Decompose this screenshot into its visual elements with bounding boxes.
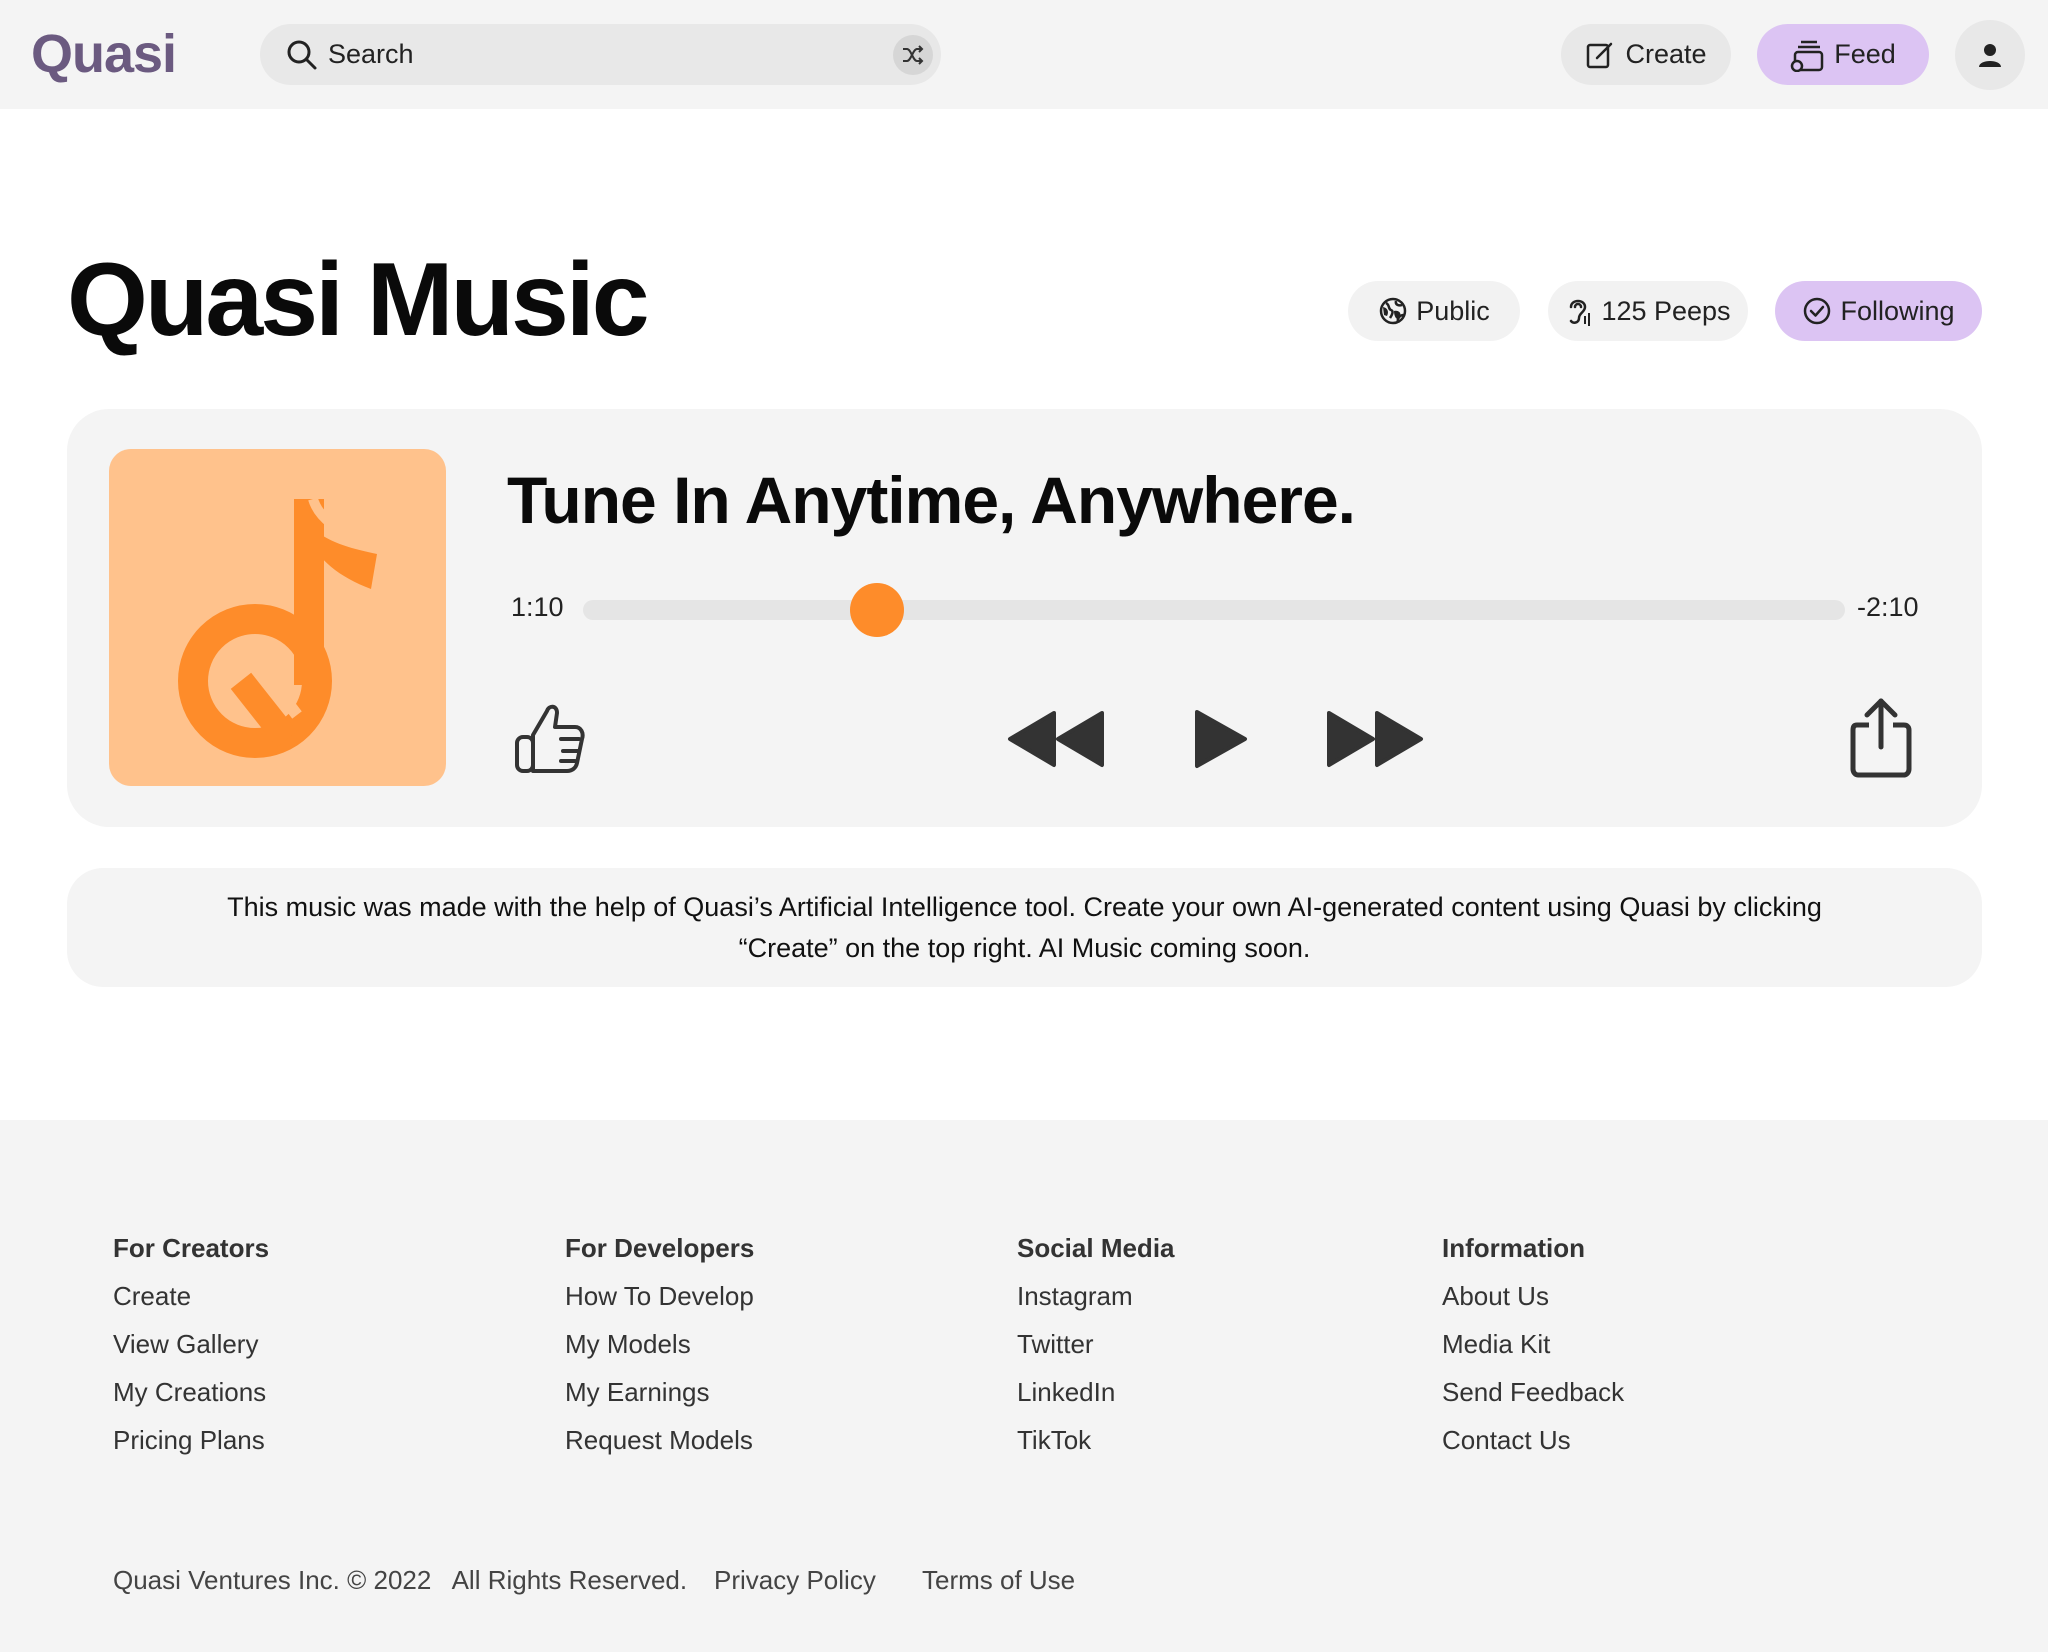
quasi-logo[interactable]: Quasi (31, 24, 177, 84)
quasi-music-note-icon (178, 497, 377, 758)
footer-link-tiktok[interactable]: TikTok (1017, 1424, 1175, 1456)
privacy-policy-link[interactable]: Privacy Policy (714, 1564, 876, 1596)
terms-of-use-link[interactable]: Terms of Use (922, 1564, 1075, 1596)
ear-icon (1570, 299, 1591, 326)
footer-link-media-kit[interactable]: Media Kit (1442, 1328, 1624, 1360)
music-player: Tune In Anytime, Anywhere. 1:10 -2:10 (67, 409, 1982, 827)
footer-col-information: Information About Us Media Kit Send Feed… (1442, 1232, 1624, 1472)
ai-notice: This music was made with the help of Qua… (67, 868, 1982, 987)
footer-link-contact-us[interactable]: Contact Us (1442, 1424, 1624, 1456)
progress-thumb[interactable] (850, 583, 905, 637)
footer-heading: Information (1442, 1233, 1585, 1263)
footer-link-my-models[interactable]: My Models (565, 1328, 754, 1360)
check-circle-icon (1804, 297, 1831, 325)
footer-link-pricing-plans[interactable]: Pricing Plans (113, 1424, 269, 1456)
create-button[interactable]: Create (1561, 24, 1731, 85)
footer: For Creators Create View Gallery My Crea… (0, 1120, 2048, 1652)
following-button[interactable]: Following (1775, 281, 1982, 341)
footer-link-view-gallery[interactable]: View Gallery (113, 1328, 269, 1360)
footer-link-request-models[interactable]: Request Models (565, 1424, 754, 1456)
footer-link-my-earnings[interactable]: My Earnings (565, 1376, 754, 1408)
feed-label: Feed (1834, 39, 1896, 69)
user-icon (1979, 44, 2001, 67)
public-label: Public (1416, 295, 1490, 326)
footer-link-my-creations[interactable]: My Creations (113, 1376, 269, 1408)
peeps-count: 125 Peeps (1601, 295, 1731, 326)
search-bar[interactable] (260, 24, 941, 85)
search-input[interactable] (328, 32, 868, 77)
shuffle-icon (903, 45, 924, 65)
album-cover (109, 449, 446, 786)
footer-heading: For Creators (113, 1233, 270, 1263)
feed-icon (1790, 40, 1824, 72)
footer-link-linkedin[interactable]: LinkedIn (1017, 1376, 1175, 1408)
shuffle-button[interactable] (893, 35, 933, 75)
footer-link-twitter[interactable]: Twitter (1017, 1328, 1175, 1360)
play-button[interactable] (1187, 707, 1251, 771)
visibility-tag[interactable]: Public (1348, 281, 1520, 341)
globe-icon (1379, 297, 1407, 325)
ai-notice-text: This music was made with the help of Qua… (227, 891, 1822, 963)
rewind-icon (1008, 711, 1104, 767)
create-label: Create (1625, 39, 1707, 69)
feed-button[interactable]: Feed (1757, 24, 1929, 85)
footer-link-create[interactable]: Create (113, 1280, 269, 1312)
share-button[interactable] (1847, 693, 1915, 781)
like-button[interactable] (509, 697, 589, 777)
fast-forward-icon (1327, 711, 1423, 767)
page-title: Quasi Music (67, 242, 650, 358)
footer-link-about-us[interactable]: About Us (1442, 1280, 1624, 1312)
footer-link-instagram[interactable]: Instagram (1017, 1280, 1175, 1312)
edit-icon (1587, 42, 1613, 68)
thumbs-up-icon (515, 704, 585, 773)
progress-slider[interactable] (583, 583, 1845, 637)
fast-forward-button[interactable] (1323, 707, 1427, 771)
time-elapsed: 1:10 (511, 592, 564, 622)
footer-heading: Social Media (1017, 1233, 1175, 1263)
rewind-button[interactable] (1004, 707, 1108, 771)
time-remaining: -2:10 (1857, 592, 1919, 622)
copyright: Quasi Ventures Inc. © 2022 All Rights Re… (113, 1565, 688, 1595)
footer-link-how-to-develop[interactable]: How To Develop (565, 1280, 754, 1312)
top-nav: Quasi Create Feed (0, 0, 2048, 109)
play-icon (1195, 710, 1247, 768)
following-label: Following (1840, 295, 1955, 326)
search-icon (287, 40, 317, 70)
footer-col-creators: For Creators Create View Gallery My Crea… (113, 1232, 269, 1472)
profile-button[interactable] (1955, 20, 2025, 90)
footer-col-developers: For Developers How To Develop My Models … (565, 1232, 754, 1472)
track-title: Tune In Anytime, Anywhere. (507, 463, 1356, 537)
footer-heading: For Developers (565, 1233, 755, 1263)
footer-col-social: Social Media Instagram Twitter LinkedIn … (1017, 1232, 1175, 1472)
listeners-tag[interactable]: 125 Peeps (1548, 281, 1748, 341)
share-icon (1850, 698, 1912, 778)
footer-link-send-feedback[interactable]: Send Feedback (1442, 1376, 1624, 1408)
